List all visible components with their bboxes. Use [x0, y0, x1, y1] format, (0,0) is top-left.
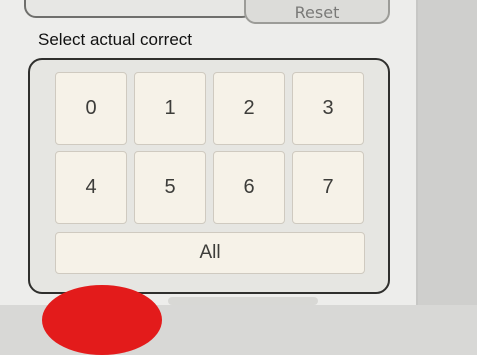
- all-button[interactable]: All: [55, 232, 365, 274]
- top-left-button[interactable]: [24, 0, 254, 18]
- select-actual-correct-label: Select actual correct: [38, 30, 193, 49]
- digit-button-2[interactable]: 2: [213, 72, 285, 145]
- side-strip: [418, 0, 477, 305]
- red-indicator: [42, 285, 162, 355]
- bottom-text-blurred: [168, 297, 318, 305]
- digit-button-5[interactable]: 5: [134, 151, 206, 224]
- digit-button-7[interactable]: 7: [292, 151, 364, 224]
- reset-label: Reset: [294, 6, 340, 20]
- digit-button-6[interactable]: 6: [213, 151, 285, 224]
- digit-button-4[interactable]: 4: [55, 151, 127, 224]
- digit-button-0[interactable]: 0: [55, 72, 127, 145]
- reset-button[interactable]: Reset: [244, 0, 390, 24]
- digit-button-1[interactable]: 1: [134, 72, 206, 145]
- digit-button-3[interactable]: 3: [292, 72, 364, 145]
